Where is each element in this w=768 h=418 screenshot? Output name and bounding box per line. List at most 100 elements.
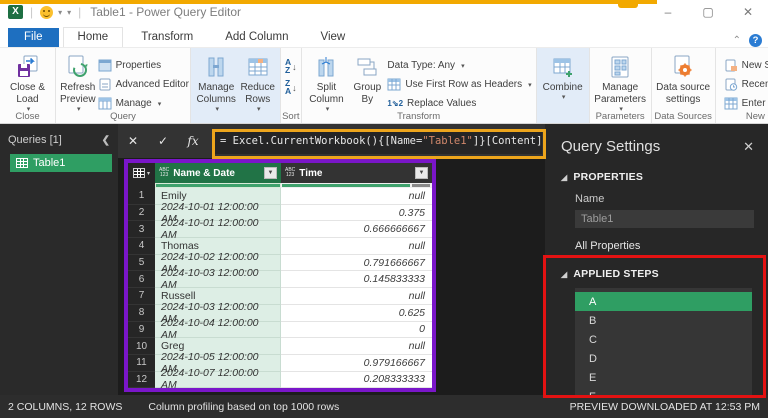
- select-all-corner[interactable]: ▾: [128, 163, 155, 183]
- reduce-rows-label: Reduce Rows: [239, 82, 276, 106]
- properties-section-header[interactable]: ◢ PROPERTIES: [545, 155, 768, 183]
- ribbon-group-close: Close & Load Close: [0, 48, 56, 123]
- row-number[interactable]: 4: [128, 238, 155, 255]
- tab-view[interactable]: View: [307, 28, 360, 47]
- sort-ascending-button[interactable]: AZ↓: [285, 59, 297, 74]
- collapse-ribbon-icon[interactable]: ⌃: [733, 35, 741, 46]
- enter-data-button[interactable]: Enter Data: [724, 95, 768, 112]
- table-row[interactable]: 92024-10-04 12:00:00 AM0: [128, 322, 432, 339]
- column-type-icon[interactable]: ABC123: [285, 168, 295, 178]
- split-column-button[interactable]: Split Column: [306, 51, 348, 114]
- applied-step-a[interactable]: A: [575, 292, 752, 311]
- cell-time[interactable]: 0.791666667: [281, 255, 432, 272]
- row-number[interactable]: 12: [128, 372, 155, 389]
- cell-time[interactable]: 0.979166667: [281, 355, 432, 372]
- row-number[interactable]: 11: [128, 355, 155, 372]
- row-number[interactable]: 9: [128, 322, 155, 339]
- column-header-name-date[interactable]: ABC123 Name & Date ▼: [155, 163, 281, 183]
- advanced-editor-icon: [98, 78, 112, 91]
- column-header-time[interactable]: ABC123 Time ▼: [281, 163, 432, 183]
- table-row[interactable]: 122024-10-07 12:00:00 AM0.208333333: [128, 372, 432, 389]
- row-number[interactable]: 3: [128, 221, 155, 238]
- cell-time[interactable]: 0.625: [281, 305, 432, 322]
- cell-time[interactable]: 0.145833333: [281, 271, 432, 288]
- cell-time[interactable]: 0: [281, 322, 432, 339]
- applied-steps-section-header[interactable]: ◢ APPLIED STEPS: [545, 252, 768, 280]
- combine-button[interactable]: Combine: [541, 51, 585, 102]
- all-properties-link[interactable]: All Properties: [545, 228, 768, 252]
- applied-step-b[interactable]: B: [575, 311, 752, 330]
- applied-step-c[interactable]: C: [575, 330, 752, 349]
- tab-home[interactable]: Home: [63, 27, 124, 47]
- applied-step-d[interactable]: D: [575, 349, 752, 368]
- title-bar: X | ▾ ▾ | Table1 - Power Query Editor – …: [0, 0, 768, 24]
- new-source-button[interactable]: New Source: [724, 57, 768, 74]
- enter-data-icon: [724, 97, 738, 110]
- cell-time[interactable]: 0.375: [281, 205, 432, 222]
- table-row[interactable]: 32024-10-01 12:00:00 AM0.666666667: [128, 221, 432, 238]
- sort-descending-button[interactable]: ZA↓: [285, 80, 297, 95]
- manage-columns-button[interactable]: Manage Columns: [195, 51, 237, 114]
- help-icon[interactable]: ?: [749, 34, 762, 47]
- row-number[interactable]: 8: [128, 305, 155, 322]
- close-button[interactable]: ✕: [728, 0, 768, 24]
- cell-time[interactable]: null: [281, 238, 432, 255]
- smiley-icon[interactable]: [40, 6, 53, 19]
- filter-dropdown-icon[interactable]: ▼: [264, 167, 277, 179]
- cell-time[interactable]: null: [281, 338, 432, 355]
- column-type-icon[interactable]: ABC123: [159, 168, 169, 178]
- row-number[interactable]: 5: [128, 255, 155, 272]
- use-first-row-as-headers-label: Use First Row as Headers: [405, 79, 522, 90]
- applied-step-e[interactable]: E: [575, 368, 752, 387]
- commit-formula-icon[interactable]: ✓: [148, 134, 178, 148]
- replace-values-button[interactable]: 1⇘2 Replace Values: [387, 95, 531, 112]
- row-number[interactable]: 7: [128, 288, 155, 305]
- use-first-row-as-headers-button[interactable]: Use First Row as Headers: [387, 76, 531, 93]
- cell-name-date[interactable]: 2024-10-04 12:00:00 AM: [155, 322, 281, 339]
- group-by-button[interactable]: Group By: [349, 51, 385, 106]
- status-profiling[interactable]: Column profiling based on top 1000 rows: [148, 401, 339, 413]
- data-type-button[interactable]: Data Type: Any: [387, 57, 531, 74]
- manage-parameters-button[interactable]: Manage Parameters: [594, 51, 647, 114]
- properties-header-label: PROPERTIES: [573, 171, 643, 183]
- caret-down-icon[interactable]: ▾: [58, 8, 62, 17]
- properties-button[interactable]: Properties: [98, 57, 189, 74]
- recent-sources-button[interactable]: Recent Sources: [724, 76, 768, 93]
- table-row[interactable]: 62024-10-03 12:00:00 AM0.145833333: [128, 271, 432, 288]
- minimize-button[interactable]: –: [648, 0, 688, 24]
- close-load-icon: [16, 55, 40, 79]
- reduce-rows-button[interactable]: Reduce Rows: [239, 51, 276, 114]
- tab-add-column[interactable]: Add Column: [211, 28, 302, 47]
- maximize-button[interactable]: ▢: [688, 0, 728, 24]
- tab-file[interactable]: File: [8, 28, 59, 47]
- name-input[interactable]: Table1: [575, 210, 754, 228]
- name-label: Name: [545, 183, 768, 205]
- manage-button[interactable]: Manage: [98, 95, 189, 112]
- row-number[interactable]: 10: [128, 338, 155, 355]
- qat-customize-caret-icon[interactable]: ▾: [67, 8, 71, 17]
- filter-dropdown-icon[interactable]: ▼: [415, 167, 428, 179]
- cell-time[interactable]: 0.666666667: [281, 221, 432, 238]
- row-number[interactable]: 1: [128, 188, 155, 205]
- query-item-table1[interactable]: Table1: [10, 154, 112, 172]
- cell-time[interactable]: null: [281, 188, 432, 205]
- tab-transform[interactable]: Transform: [127, 28, 207, 47]
- refresh-preview-button[interactable]: Refresh Preview: [60, 51, 96, 114]
- arrow-down-icon: ↓: [292, 83, 297, 93]
- cell-name-date[interactable]: 2024-10-01 12:00:00 AM: [155, 221, 281, 238]
- editor-main-area: Queries [1] ❮ Table1 ✕ ✓ fx = Excel.Curr…: [0, 124, 768, 395]
- collapse-pane-icon[interactable]: ❮: [102, 135, 110, 146]
- advanced-editor-button[interactable]: Advanced Editor: [98, 76, 189, 93]
- cell-time[interactable]: null: [281, 288, 432, 305]
- cell-time[interactable]: 0.208333333: [281, 372, 432, 389]
- close-pane-icon[interactable]: ✕: [743, 139, 754, 155]
- formula-input[interactable]: = Excel.CurrentWorkbook(){[Name="Table1"…: [212, 129, 542, 154]
- row-number[interactable]: 2: [128, 205, 155, 222]
- cell-name-date[interactable]: 2024-10-03 12:00:00 AM: [155, 271, 281, 288]
- discard-formula-icon[interactable]: ✕: [118, 134, 148, 148]
- enter-data-label: Enter Data: [742, 98, 768, 109]
- data-source-settings-button[interactable]: Data source settings: [656, 51, 711, 106]
- row-number[interactable]: 6: [128, 271, 155, 288]
- close-and-load-button[interactable]: Close & Load: [4, 51, 51, 114]
- cell-name-date[interactable]: 2024-10-07 12:00:00 AM: [155, 372, 281, 389]
